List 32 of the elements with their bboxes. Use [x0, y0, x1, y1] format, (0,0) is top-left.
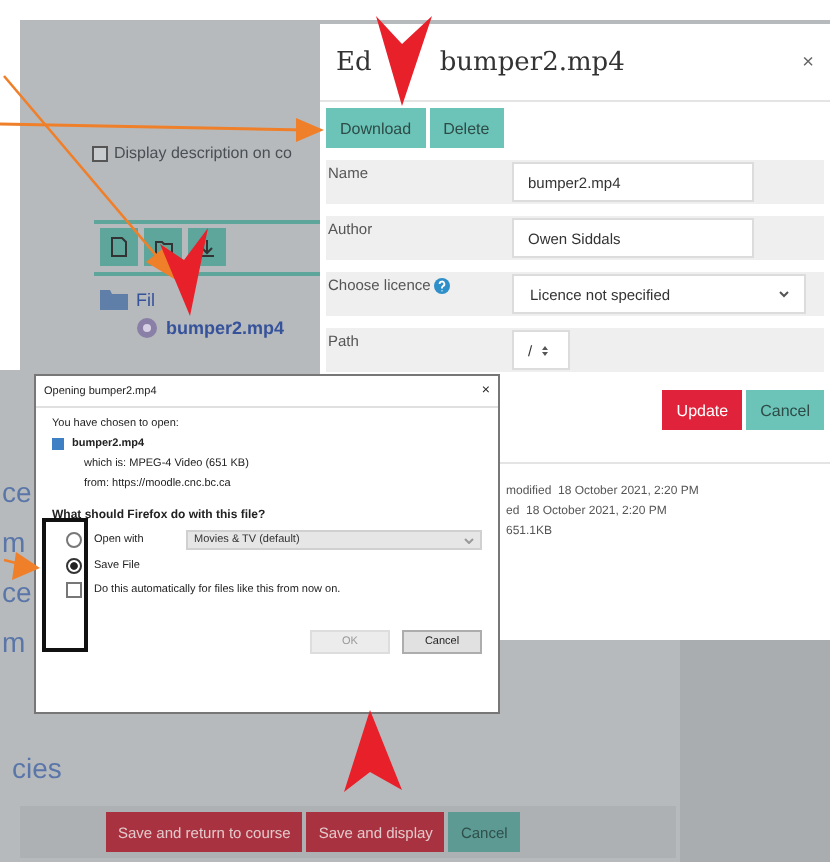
folder-icon: [100, 288, 128, 310]
checkbox[interactable]: [66, 582, 82, 598]
section-link[interactable]: cies: [12, 752, 62, 784]
help-icon[interactable]: [434, 277, 451, 293]
link-fragment[interactable]: ce: [2, 476, 32, 508]
dialog-title: Ed: [336, 47, 372, 77]
chevron-icon: [778, 290, 790, 298]
video-file-icon: [136, 316, 158, 340]
checkbox[interactable]: [92, 145, 108, 161]
link-fragment[interactable]: ce: [2, 576, 32, 608]
dialog-button[interactable]: Cancel: [746, 390, 824, 430]
dialog-title: bumper2.mp4: [439, 47, 625, 77]
file-icon: [52, 438, 64, 450]
highlight-rectangle: [42, 518, 88, 652]
action-button[interactable]: Delete: [429, 108, 504, 148]
pointer-arrow: [344, 710, 402, 792]
annotation-arrow: [3, 552, 40, 580]
radio-button[interactable]: [66, 532, 82, 548]
pointer-arrow: [376, 16, 432, 106]
link-fragment[interactable]: m: [2, 626, 32, 658]
folder-link[interactable]: Fil: [136, 289, 155, 309]
link-fragment[interactable]: m: [2, 526, 32, 558]
dialog-button[interactable]: Update: [662, 390, 743, 430]
checkbox-label: Display description on co: [114, 144, 292, 162]
action-button[interactable]: Download: [326, 108, 426, 148]
file-link[interactable]: bumper2.mp4: [166, 318, 285, 338]
chevron-icon: [464, 537, 474, 543]
file-icon[interactable]: [100, 228, 138, 266]
radio-button[interactable]: [66, 558, 82, 574]
pointer-arrow: [160, 228, 208, 316]
spinner-icon: [540, 343, 551, 357]
close-button[interactable]: ×: [802, 51, 814, 73]
